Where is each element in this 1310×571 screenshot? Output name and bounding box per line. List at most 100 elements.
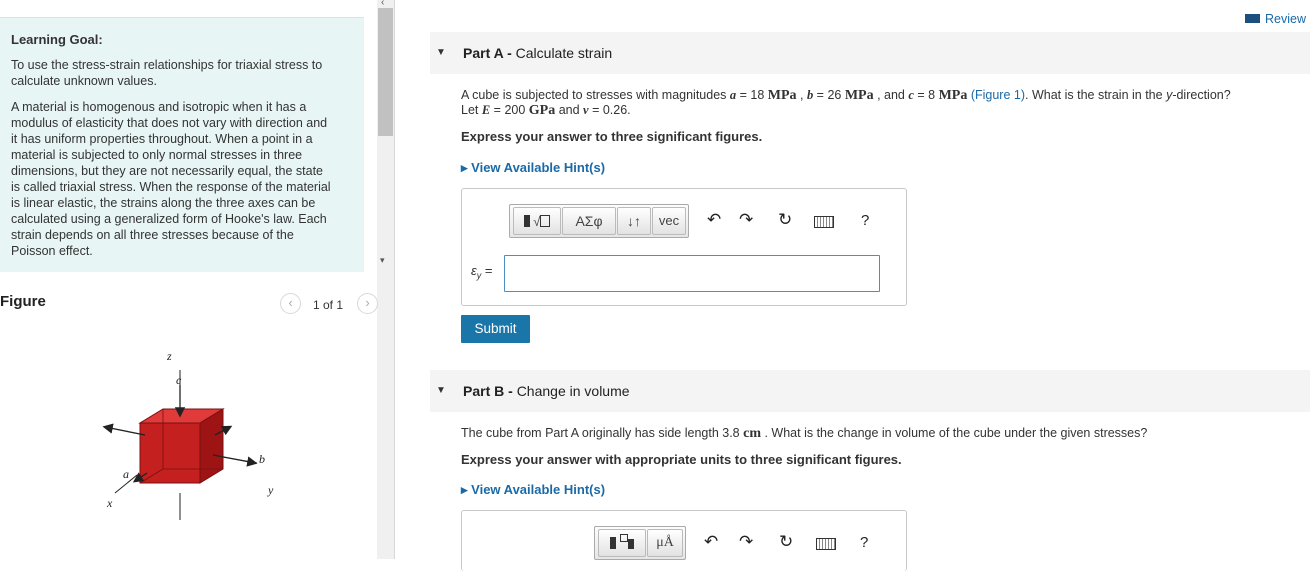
part-b-answer-box: μÅ ↶ ↷ ↻ ? bbox=[461, 510, 907, 571]
goal-paragraph-1: To use the stress-strain relationships f… bbox=[11, 57, 356, 89]
scroll-down-arrow-icon[interactable]: ▾ bbox=[380, 255, 385, 266]
part-a-instruction: Express your answer to three significant… bbox=[461, 129, 763, 144]
toolbar-group: μÅ bbox=[594, 526, 686, 560]
hint-label: View Available Hint(s) bbox=[471, 482, 606, 497]
hint-label: View Available Hint(s) bbox=[471, 160, 606, 175]
goal-p2-line: modulus of elasticity that does not vary… bbox=[11, 116, 328, 130]
redo-icon[interactable]: ↷ bbox=[739, 210, 753, 230]
figure-1-link[interactable]: (Figure 1) bbox=[971, 88, 1025, 102]
q-text: The cube from Part A originally has side… bbox=[461, 426, 744, 440]
reset-icon[interactable]: ↻ bbox=[778, 210, 792, 230]
part-a-answer-box: √ ΑΣφ ↓↑ vec ↶ ↷ ↻ ? εy = bbox=[461, 188, 907, 306]
goal-p1-line-2: calculate unknown values. bbox=[11, 74, 157, 88]
cube-front-face bbox=[139, 422, 201, 484]
scroll-thumb[interactable] bbox=[378, 8, 393, 136]
help-button[interactable]: ? bbox=[860, 534, 868, 551]
q-text: . What is the strain in the bbox=[1025, 88, 1167, 102]
undo-icon[interactable]: ↶ bbox=[704, 532, 718, 552]
review-label: Review bbox=[1265, 12, 1306, 26]
q-text: = 26 bbox=[813, 88, 845, 102]
answer-label: εy = bbox=[471, 263, 492, 281]
q-text: and bbox=[555, 103, 584, 117]
equals-sign: = bbox=[481, 263, 493, 278]
unit-mpa: MPa bbox=[767, 88, 797, 103]
chevron-left-icon: ‹ bbox=[288, 295, 293, 310]
units-button[interactable]: μÅ bbox=[647, 529, 683, 557]
arrows-button[interactable]: ↓↑ bbox=[617, 207, 651, 235]
goal-p2-line: is called triaxial stress. When the resp… bbox=[11, 180, 331, 194]
review-link[interactable]: Review bbox=[1245, 12, 1306, 26]
part-b-question: The cube from Part A originally has side… bbox=[461, 426, 1147, 441]
left-panel: Learning Goal: To use the stress-strain … bbox=[0, 0, 394, 559]
collapse-triangle-icon[interactable]: ▼ bbox=[436, 385, 446, 396]
reset-icon[interactable]: ↻ bbox=[779, 532, 793, 552]
collapse-triangle-icon[interactable]: ▼ bbox=[436, 47, 446, 58]
goal-p2-line: dimensions, but they are not necessarily… bbox=[11, 164, 323, 178]
q-text: Let bbox=[461, 103, 482, 117]
part-b-instruction: Express your answer with appropriate uni… bbox=[461, 452, 902, 467]
unit-cm: cm bbox=[743, 426, 761, 441]
part-a-header[interactable]: ▼ Part A - Calculate strain bbox=[430, 32, 1310, 74]
prev-figure-button[interactable]: ‹ bbox=[280, 293, 301, 314]
var-E: E bbox=[481, 103, 491, 117]
part-a-question: A cube is subjected to stresses with mag… bbox=[461, 88, 1231, 118]
part-a-prefix: Part A bbox=[463, 45, 504, 61]
expand-triangle-icon: ▸ bbox=[461, 160, 468, 175]
toolbar-group: √ ΑΣφ ↓↑ vec bbox=[509, 204, 689, 238]
templates-button[interactable]: √ bbox=[513, 207, 561, 235]
q-text: = 0.26. bbox=[588, 103, 631, 117]
q-text: . What is the change in volume of the cu… bbox=[761, 426, 1148, 440]
submit-button[interactable]: Submit bbox=[461, 315, 530, 343]
greek-symbols-button[interactable]: ΑΣφ bbox=[562, 207, 616, 235]
units-template-icon bbox=[610, 534, 634, 551]
figure-heading: Figure bbox=[0, 293, 46, 310]
goal-p2-line: is linear elastic, the strains along the… bbox=[11, 196, 316, 210]
fraction-sqrt-icon: √ bbox=[523, 214, 551, 229]
c-label: c bbox=[176, 373, 182, 387]
b-label: b bbox=[259, 452, 265, 466]
part-b-title-text: Change in volume bbox=[516, 383, 630, 399]
cube-figure: z c b y a x bbox=[102, 349, 274, 520]
vector-button[interactable]: vec bbox=[652, 207, 686, 235]
unit-gpa: GPa bbox=[528, 103, 556, 118]
figure-pager: 1 of 1 bbox=[313, 298, 344, 312]
part-b-hint-link[interactable]: ▸ View Available Hint(s) bbox=[461, 482, 605, 498]
x-label: x bbox=[106, 496, 113, 510]
undo-icon[interactable]: ↶ bbox=[707, 210, 721, 230]
q-text: = 200 bbox=[490, 103, 529, 117]
help-button[interactable]: ? bbox=[861, 212, 869, 229]
y-label: y bbox=[267, 483, 274, 497]
units-template-button[interactable] bbox=[598, 529, 646, 557]
part-a-title-text: Calculate strain bbox=[515, 45, 613, 61]
q-text: A cube is subjected to stresses with mag… bbox=[461, 88, 730, 102]
part-a-hint-link[interactable]: ▸ View Available Hint(s) bbox=[461, 160, 605, 176]
z-label: z bbox=[166, 349, 172, 363]
q-text: , and bbox=[873, 88, 909, 102]
keyboard-icon[interactable] bbox=[816, 535, 836, 555]
left-scrollbar[interactable]: ‹ ▾ bbox=[377, 0, 394, 559]
unit-mpa: MPa bbox=[844, 88, 874, 103]
goal-title: Learning Goal: bbox=[11, 32, 103, 47]
goal-p2-line: Poisson effect. bbox=[11, 244, 93, 258]
goal-p2-line: material is subjected to only normal str… bbox=[11, 148, 303, 162]
redo-icon[interactable]: ↷ bbox=[739, 532, 753, 552]
q-text: = 8 bbox=[913, 88, 939, 102]
scroll-up-arrow-icon[interactable]: ‹ bbox=[381, 0, 384, 8]
a-label: a bbox=[123, 467, 129, 481]
part-b-prefix: Part B bbox=[463, 383, 505, 399]
answer-input[interactable] bbox=[504, 255, 880, 292]
chevron-right-icon: › bbox=[365, 295, 370, 310]
keyboard-icon[interactable] bbox=[814, 213, 834, 233]
next-figure-button[interactable]: › bbox=[357, 293, 378, 314]
part-a-title: Part A - Calculate strain bbox=[463, 45, 613, 61]
review-icon bbox=[1245, 14, 1260, 23]
goal-p2-line: calculated using a generalized form of H… bbox=[11, 212, 327, 226]
goal-p2-line: strain depends on all three stresses bec… bbox=[11, 228, 294, 242]
goal-p2-line: it has uniform properties throughout. Wh… bbox=[11, 132, 313, 146]
goal-paragraph-2: A material is homogenous and isotropic w… bbox=[11, 99, 356, 259]
q-text: = 18 bbox=[736, 88, 768, 102]
goal-p2-line: A material is homogenous and isotropic w… bbox=[11, 100, 307, 114]
part-b-header[interactable]: ▼ Part B - Change in volume bbox=[430, 370, 1310, 412]
goal-p1-line-1: To use the stress-strain relationships f… bbox=[11, 58, 323, 72]
part-b-title: Part B - Change in volume bbox=[463, 383, 630, 399]
